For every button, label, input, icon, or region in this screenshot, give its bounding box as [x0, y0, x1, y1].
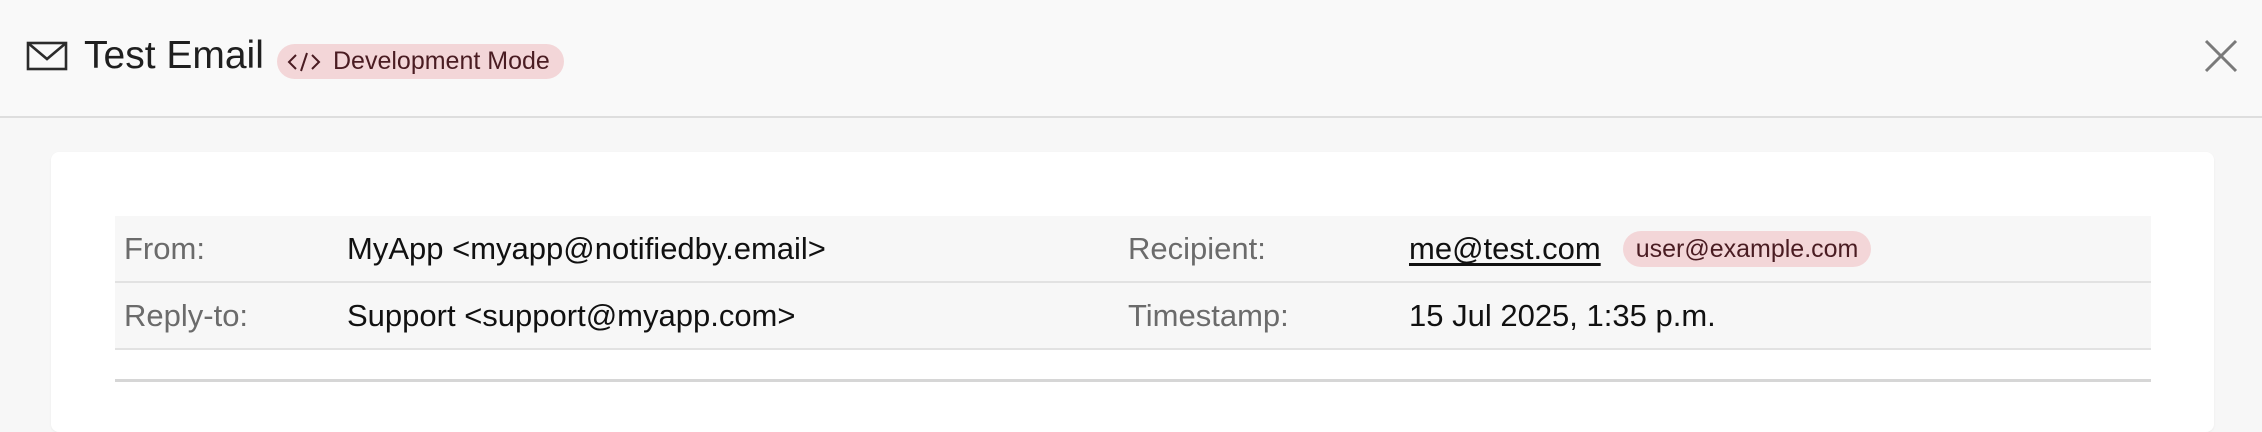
envelope-icon — [26, 41, 68, 71]
metadata-row-from: From: MyApp <myapp@notifiedby.email> Rec… — [115, 216, 2151, 283]
metadata-row-reply-to: Reply-to: Support <support@myapp.com> Ti… — [115, 283, 2151, 350]
code-icon — [287, 52, 321, 71]
recipient-label: Recipient: — [1128, 231, 1266, 266]
recipient-group: me@test.com user@example.com — [1409, 216, 1872, 281]
development-mode-badge: Development Mode — [277, 44, 564, 79]
section-divider — [115, 379, 2151, 382]
from-value: MyApp <myapp@notifiedby.email> — [347, 231, 826, 266]
email-metadata-table: From: MyApp <myapp@notifiedby.email> Rec… — [115, 216, 2151, 350]
close-icon[interactable] — [2203, 38, 2239, 74]
recipient-badge: user@example.com — [1622, 230, 1872, 267]
recipient-value-cell: me@test.com user@example.com — [1409, 216, 1872, 281]
recipient-link[interactable]: me@test.com — [1409, 216, 1601, 281]
timestamp-value: 15 Jul 2025, 1:35 p.m. — [1409, 298, 1716, 333]
page-title: Test Email — [84, 34, 264, 77]
reply-to-label: Reply-to: — [124, 298, 249, 333]
dialog-header: Test Email Development Mode — [0, 0, 2262, 118]
development-mode-label: Development Mode — [333, 47, 550, 75]
from-label: From: — [124, 231, 205, 266]
reply-to-value: Support <support@myapp.com> — [347, 298, 796, 333]
timestamp-label: Timestamp: — [1128, 298, 1289, 333]
